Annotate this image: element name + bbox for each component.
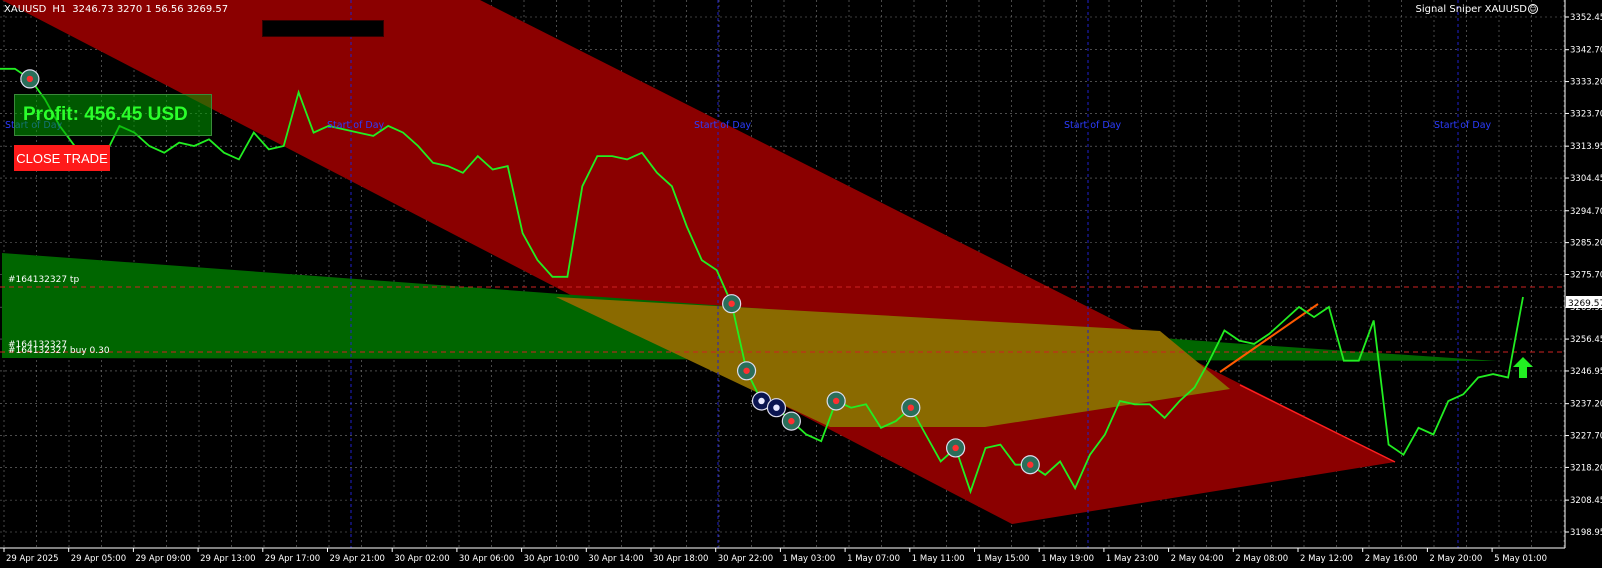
price-tick-label: 3352.45: [1570, 13, 1602, 23]
trade-marker-dot: [773, 404, 780, 411]
order-label-b: #164132327 buy 0.30: [8, 346, 110, 356]
time-tick-label: 1 May 07:00: [847, 554, 900, 564]
time-tick-label: 5 May 01:00: [1494, 554, 1547, 564]
time-tick-label: 29 Apr 2025: [6, 554, 59, 564]
time-tick-label: 30 Apr 02:00: [394, 554, 449, 564]
profit-panel: Profit: 456.45 USD: [14, 94, 212, 136]
trade-marker-dot: [758, 397, 765, 405]
red-channel: [2, 0, 1395, 524]
close-trade-button[interactable]: CLOSE TRADE: [14, 145, 110, 171]
buy-arrow-icon: [1513, 357, 1533, 378]
trade-marker-dot: [907, 404, 915, 411]
trade-marker-dot: [743, 367, 750, 374]
day-label: Start of Day: [1064, 120, 1122, 131]
price-tick-label: 3313.95: [1570, 142, 1602, 152]
indicator-name: Signal Sniper XAUUSD: [1415, 4, 1527, 15]
price-tick-label: 3275.70: [1570, 271, 1602, 281]
price-tick-label: 3333.20: [1570, 78, 1602, 88]
time-tick-label: 29 Apr 21:00: [330, 554, 385, 564]
day-label: Start of Day: [1434, 120, 1492, 131]
trade-marker-dot: [26, 75, 34, 83]
time-tick-label: 30 Apr 18:00: [653, 554, 708, 564]
time-tick-label: 29 Apr 05:00: [71, 554, 126, 564]
price-tick-label: 3208.45: [1570, 496, 1602, 506]
time-tick-label: 29 Apr 09:00: [135, 554, 190, 564]
time-tick-label: 2 May 12:00: [1300, 554, 1353, 564]
trade-marker-dot: [728, 300, 735, 307]
ohlc-label: 3246.73 3270 1 56.56 3269.57: [72, 3, 229, 15]
trade-marker-dot: [832, 397, 840, 405]
time-tick-label: 30 Apr 22:00: [718, 554, 773, 564]
time-tick-label: 30 Apr 14:00: [588, 554, 643, 564]
time-tick-label: 2 May 20:00: [1429, 554, 1482, 564]
price-tick-label: 3304.45: [1570, 174, 1602, 184]
time-tick-label: 30 Apr 06:00: [459, 554, 514, 564]
time-tick-label: 1 May 23:00: [1106, 554, 1159, 564]
price-tick-label: 3198.95: [1570, 528, 1602, 538]
trade-marker-dot: [952, 444, 959, 452]
profit-text: Profit: 456.45 USD: [23, 104, 188, 125]
time-tick-label: 29 Apr 13:00: [200, 554, 255, 564]
chart-header: XAUUSD H1 3246.73 3270 1 56.56 3269.57: [0, 0, 228, 18]
price-tick-label: 3246.95: [1570, 367, 1602, 377]
time-tick-label: 1 May 11:00: [912, 554, 965, 564]
trade-marker-dot: [1027, 461, 1034, 468]
black-bar: [262, 20, 384, 37]
symbol-label: XAUUSD: [4, 3, 47, 15]
current-price-label: 3269.57: [1568, 299, 1602, 309]
time-tick-label: 1 May 03:00: [782, 554, 835, 564]
price-chart[interactable]: #164132327 tp #164132327 #164132327 buy …: [0, 0, 1602, 568]
price-tick-label: 3294.70: [1570, 207, 1602, 217]
day-labels: Start of Day Start of Day Start of Day Star…: [5, 120, 1492, 131]
smile-icon[interactable]: ☺: [1528, 4, 1538, 14]
timeframe-label: H1: [52, 3, 67, 15]
price-tick-label: 3342.70: [1570, 46, 1602, 56]
time-tick-label: 1 May 15:00: [977, 554, 1030, 564]
price-tick-label: 3285.20: [1570, 239, 1602, 249]
time-tick-label: 2 May 04:00: [1171, 554, 1224, 564]
price-tick-label: 3256.45: [1570, 335, 1602, 345]
time-tick-label: 30 Apr 10:00: [524, 554, 579, 564]
price-tick-label: 3237.20: [1570, 400, 1602, 410]
price-tick-label: 3323.70: [1570, 109, 1602, 119]
time-tick-label: 2 May 16:00: [1365, 554, 1418, 564]
price-tick-label: 3227.70: [1570, 432, 1602, 442]
price-tick-label: 3218.20: [1570, 463, 1602, 473]
time-tick-label: 1 May 19:00: [1041, 554, 1094, 564]
day-label: Start of Day: [694, 120, 752, 131]
trade-marker-dot: [788, 417, 795, 425]
time-tick-label: 2 May 08:00: [1235, 554, 1288, 564]
day-label: Start of Day: [327, 120, 385, 131]
time-tick-label: 29 Apr 17:00: [265, 554, 320, 564]
tp-order-label: #164132327 tp: [8, 275, 79, 285]
